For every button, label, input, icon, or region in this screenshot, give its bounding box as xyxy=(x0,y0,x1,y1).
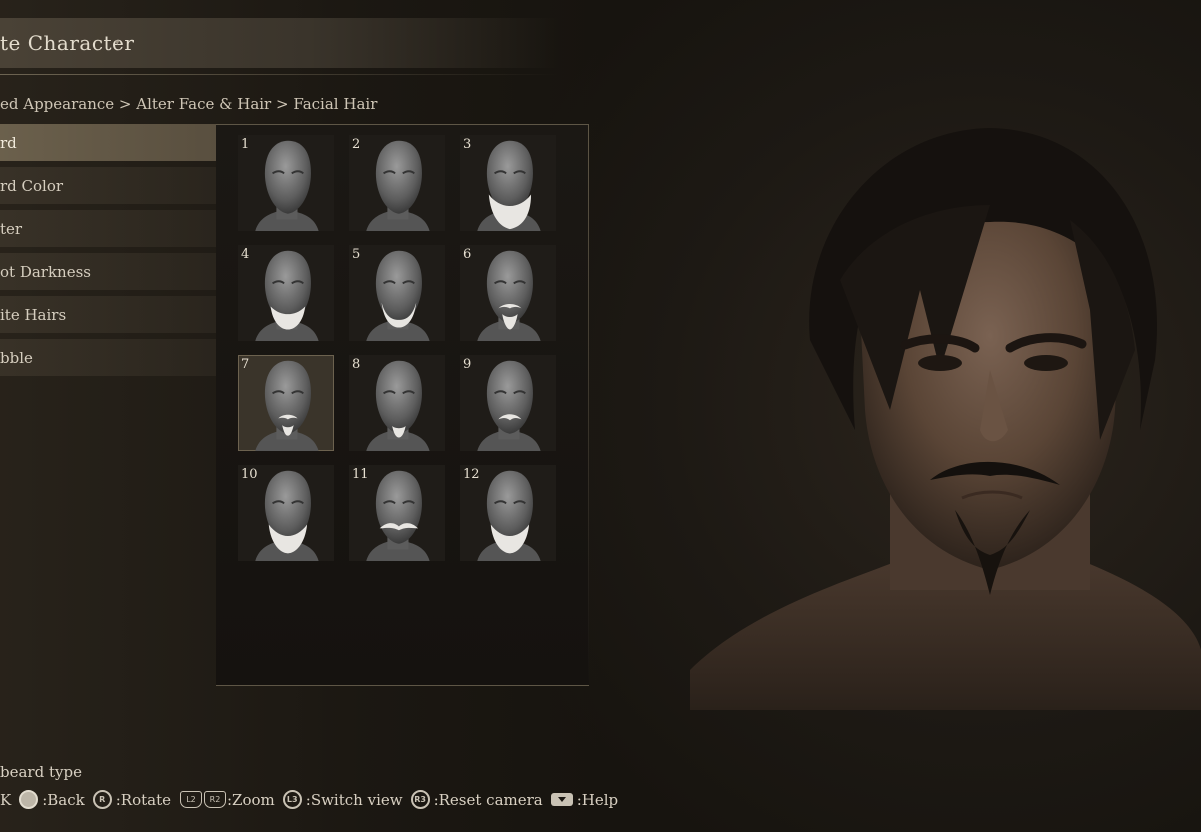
facial-hair-menu: rd rd Color ter ot Darkness ite Hairs bb… xyxy=(0,124,216,382)
head-thumbnail xyxy=(255,360,319,451)
help-text: beard type xyxy=(0,763,82,781)
option-number: 6 xyxy=(463,247,472,262)
menu-item-root-darkness[interactable]: ot Darkness xyxy=(0,253,216,290)
head-thumbnail xyxy=(477,250,541,341)
head-thumbnail xyxy=(255,140,319,231)
beard-option-3[interactable]: 3 xyxy=(460,135,556,231)
controls-bar: K :Back R :Rotate L2 R2 :Zoom L3 :Switch… xyxy=(0,790,620,809)
confirm-label: K xyxy=(0,790,12,809)
option-number: 2 xyxy=(352,137,361,152)
head-thumbnail xyxy=(366,250,430,341)
menu-item-white-hairs[interactable]: ite Hairs xyxy=(0,296,216,333)
switch-view-label: :Switch view xyxy=(305,790,403,809)
reset-camera-label: :Reset camera xyxy=(433,790,543,809)
menu-item-stubble[interactable]: bble xyxy=(0,339,216,376)
menu-item-label: bble xyxy=(0,348,33,367)
option-number: 4 xyxy=(241,247,250,262)
option-number: 10 xyxy=(241,467,258,482)
option-number: 1 xyxy=(241,137,250,152)
back-label: :Back xyxy=(42,790,85,809)
touchpad-icon[interactable] xyxy=(550,793,573,806)
character-portrait xyxy=(690,128,1201,710)
rotate-label: :Rotate xyxy=(115,790,171,809)
menu-item-beard-color[interactable]: rd Color xyxy=(0,167,216,204)
option-number: 11 xyxy=(352,467,369,482)
r2-trigger-icon[interactable]: R2 xyxy=(204,791,226,808)
beard-option-7[interactable]: 7 xyxy=(238,355,334,451)
head-thumbnail xyxy=(366,140,430,231)
option-number: 8 xyxy=(352,357,361,372)
title-caret-icon: ▾ xyxy=(115,38,120,48)
menu-item-luster[interactable]: ter xyxy=(0,210,216,247)
breadcrumb: ed Appearance > Alter Face & Hair > Faci… xyxy=(0,95,378,113)
beard-option-4[interactable]: 4 xyxy=(238,245,334,341)
menu-item-label: rd Color xyxy=(0,176,64,195)
menu-item-label: ter xyxy=(0,219,23,238)
option-number: 3 xyxy=(463,137,472,152)
menu-item-label: ite Hairs xyxy=(0,305,67,324)
option-number: 5 xyxy=(352,247,361,262)
menu-item-beard[interactable]: rd xyxy=(0,124,216,161)
head-thumbnail xyxy=(477,360,541,451)
beard-option-6[interactable]: 6 xyxy=(460,245,556,341)
option-number: 9 xyxy=(463,357,472,372)
head-thumbnail xyxy=(366,360,430,451)
option-number: 7 xyxy=(241,357,250,372)
option-number: 12 xyxy=(463,467,480,482)
head-thumbnail xyxy=(477,140,541,231)
r3-button-icon[interactable]: R3 xyxy=(410,790,430,809)
l2-trigger-icon[interactable]: L2 xyxy=(180,791,202,808)
beard-option-9[interactable]: 9 xyxy=(460,355,556,451)
zoom-label: :Zoom xyxy=(227,790,275,809)
l3-button-icon[interactable]: L3 xyxy=(282,790,302,809)
beard-option-1[interactable]: 1 xyxy=(238,135,334,231)
beard-option-11[interactable]: 11 xyxy=(349,465,445,561)
beard-option-2[interactable]: 2 xyxy=(349,135,445,231)
head-thumbnail xyxy=(255,250,319,341)
beard-option-8[interactable]: 8 xyxy=(349,355,445,451)
menu-item-label: rd xyxy=(0,133,17,152)
circle-button-icon[interactable] xyxy=(19,790,39,809)
r-stick-icon[interactable]: R xyxy=(92,790,112,809)
title-divider xyxy=(0,74,560,75)
beard-option-12[interactable]: 12 xyxy=(460,465,556,561)
beard-option-5[interactable]: 5 xyxy=(349,245,445,341)
help-label: :Help xyxy=(576,790,619,809)
menu-item-label: ot Darkness xyxy=(0,262,91,281)
beard-option-10[interactable]: 10 xyxy=(238,465,334,561)
